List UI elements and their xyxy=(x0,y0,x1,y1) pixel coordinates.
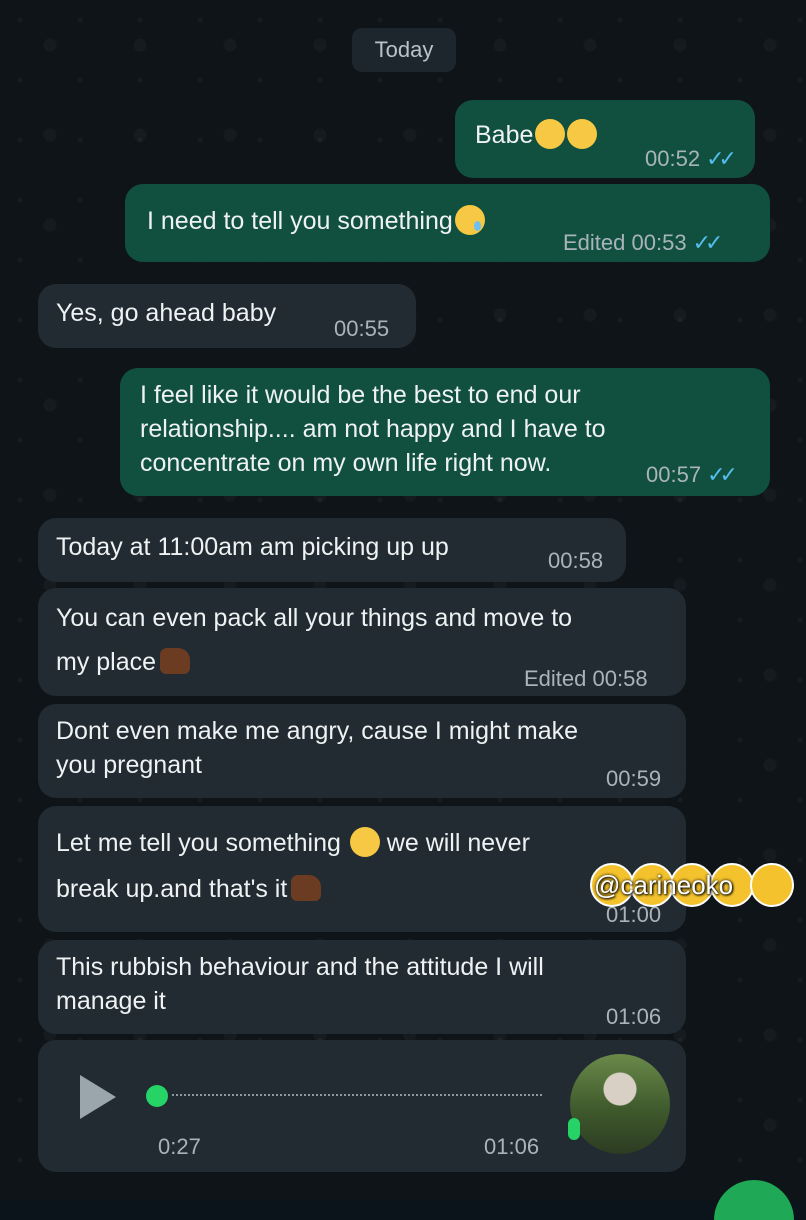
microphone-icon xyxy=(568,1118,580,1140)
message-time: 00:58 xyxy=(548,548,604,573)
message-incoming[interactable]: Today at 11:00am am picking up up 00:58 xyxy=(38,518,626,582)
message-line: Dont even make me angry, cause I might m… xyxy=(56,717,578,745)
smirking-face-icon xyxy=(349,827,380,857)
message-text: Babe xyxy=(475,121,534,149)
edited-label: Edited xyxy=(524,666,587,691)
message-outgoing[interactable]: I need to tell you something Edited 00:5… xyxy=(125,184,770,262)
message-time: 00:58 xyxy=(592,666,648,691)
message-incoming[interactable]: This rubbish behaviour and the attitude … xyxy=(38,940,686,1034)
voice-position: 0:27 xyxy=(158,1134,201,1159)
crying-face-icon xyxy=(454,205,485,235)
message-outgoing[interactable]: I feel like it would be the best to end … xyxy=(120,368,770,496)
read-ticks-icon: ✓✓ xyxy=(692,230,724,255)
message-incoming[interactable]: Let me tell you something we will never … xyxy=(38,806,686,932)
message-line: This rubbish behaviour and the attitude … xyxy=(56,953,544,981)
date-separator: Today xyxy=(352,28,456,72)
edited-label: Edited xyxy=(563,230,626,255)
weary-face-icon xyxy=(567,119,598,149)
watermark-handle: @carineoko xyxy=(594,870,734,900)
message-line: You can even pack all your things and mo… xyxy=(56,604,573,632)
message-line: we will never xyxy=(386,829,530,857)
pleading-face-icon xyxy=(535,119,566,149)
play-icon[interactable] xyxy=(80,1075,116,1119)
message-line: manage it xyxy=(56,987,166,1015)
message-incoming[interactable]: You can even pack all your things and mo… xyxy=(38,588,686,696)
avatar[interactable] xyxy=(570,1054,670,1154)
message-time: 01:06 xyxy=(606,1004,662,1029)
weary-face-icon xyxy=(750,863,794,907)
message-incoming[interactable]: Yes, go ahead baby 00:55 xyxy=(38,284,416,348)
message-time: 00:57 xyxy=(646,462,702,487)
message-time: 00:53 xyxy=(631,230,687,255)
message-time: 00:52 xyxy=(645,146,701,171)
message-line: I feel like it would be the best to end … xyxy=(140,381,581,409)
read-ticks-icon: ✓✓ xyxy=(707,462,738,487)
watermark: @carineoko xyxy=(590,862,802,908)
message-line: break up.and that's it xyxy=(56,875,288,903)
message-time: 00:55 xyxy=(334,316,390,341)
thumbs-up-icon xyxy=(291,875,322,901)
seek-handle[interactable] xyxy=(146,1085,168,1107)
voice-time: 01:06 xyxy=(484,1134,540,1159)
message-incoming[interactable]: Dont even make me angry, cause I might m… xyxy=(38,704,686,798)
message-text: I need to tell you something xyxy=(147,207,453,235)
message-line: my place xyxy=(56,648,157,676)
thumbs-up-icon xyxy=(160,648,191,674)
message-time: 00:59 xyxy=(606,766,662,791)
message-text: Yes, go ahead baby xyxy=(56,299,277,327)
message-line: relationship.... am not happy and I have… xyxy=(140,415,606,443)
message-line: you pregnant xyxy=(56,751,202,779)
message-line: concentrate on my own life right now. xyxy=(140,449,552,477)
waveform[interactable] xyxy=(172,1094,542,1100)
message-line: Let me tell you something xyxy=(56,829,341,857)
read-ticks-icon: ✓✓ xyxy=(706,146,737,171)
message-outgoing[interactable]: Babe 00:52 ✓✓ xyxy=(455,100,755,178)
message-text: Today at 11:00am am picking up up xyxy=(56,533,449,561)
